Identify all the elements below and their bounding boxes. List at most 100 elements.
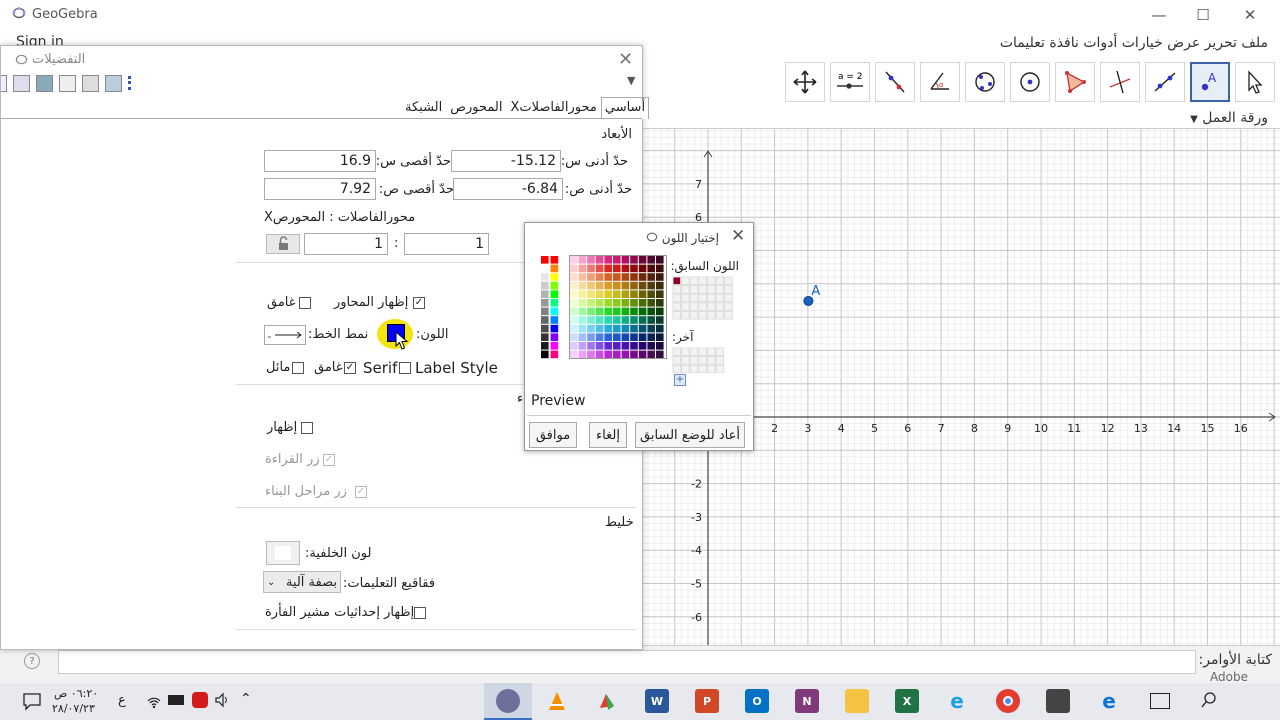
color-swatch[interactable] (587, 316, 595, 324)
recent-color-swatch[interactable] (715, 347, 725, 357)
show-axes-checkbox[interactable]: ✓ (413, 297, 425, 309)
recent-color-swatch[interactable] (689, 293, 699, 303)
color-swatch[interactable] (587, 350, 595, 359)
color-swatch[interactable] (656, 342, 664, 350)
volume-icon[interactable] (214, 692, 230, 708)
color-swatch[interactable] (595, 350, 604, 359)
color-swatch[interactable] (604, 307, 612, 316)
color-swatch[interactable] (604, 342, 612, 350)
color-swatch[interactable] (587, 299, 595, 307)
recent-color-swatch[interactable] (698, 347, 707, 357)
color-swatch[interactable] (550, 264, 559, 273)
recent-color-swatch[interactable] (698, 293, 707, 303)
gray-swatch[interactable] (541, 281, 549, 290)
color-swatch[interactable] (621, 281, 630, 290)
color-swatch[interactable] (647, 342, 655, 350)
file-explorer-taskbar-icon[interactable] (845, 689, 869, 713)
move-graphics-tool-button[interactable] (785, 62, 825, 102)
ratio-x-input[interactable]: 1 (304, 233, 388, 255)
color-swatch[interactable] (630, 350, 638, 359)
serif-checkbox[interactable] (399, 362, 411, 374)
color-swatch[interactable] (613, 273, 621, 281)
color-swatch[interactable] (604, 299, 612, 307)
excel-taskbar-icon[interactable]: X (895, 689, 919, 713)
tab-basic[interactable]: أساسي (600, 97, 650, 119)
color-swatch[interactable] (550, 324, 559, 333)
add-custom-color-button[interactable]: + (674, 374, 686, 386)
color-swatch[interactable] (595, 342, 604, 350)
color-swatch[interactable] (578, 273, 587, 281)
color-swatch[interactable] (550, 281, 559, 290)
color-swatch[interactable] (570, 299, 578, 307)
color-swatch[interactable] (621, 316, 630, 324)
color-swatch[interactable] (578, 281, 587, 290)
color-swatch[interactable] (578, 350, 587, 359)
color-swatch[interactable] (570, 281, 578, 290)
segment-tool-button[interactable] (1145, 62, 1185, 102)
recent-color-swatch[interactable] (698, 285, 707, 294)
graphics-view-title[interactable]: ورقة العمل ▼ (1190, 110, 1268, 126)
color-swatch[interactable] (570, 316, 578, 324)
color-swatch[interactable] (604, 350, 612, 359)
color-swatch[interactable] (647, 307, 655, 316)
color-swatch[interactable] (578, 333, 587, 341)
color-swatch[interactable] (656, 290, 664, 298)
construction-steps-checkbox[interactable]: ✓ (355, 486, 367, 498)
gray-swatch[interactable] (541, 256, 549, 264)
gray-swatch[interactable] (541, 273, 549, 281)
clock-date[interactable]: ٢٨/٠٧/٢٣ (52, 702, 95, 715)
recent-color-swatch[interactable] (672, 285, 682, 294)
color-swatch[interactable] (595, 264, 604, 273)
color-swatch[interactable] (613, 299, 621, 307)
color-swatch[interactable] (647, 256, 655, 264)
color-swatch[interactable] (638, 299, 647, 307)
reset-button[interactable]: أعاد للوضع السابق (635, 422, 745, 448)
color-swatch[interactable] (570, 273, 578, 281)
color-swatch[interactable] (638, 350, 647, 359)
color-swatch[interactable] (630, 333, 638, 341)
outlook-taskbar-icon[interactable]: O (745, 689, 769, 713)
recent-color-swatch[interactable] (698, 356, 707, 365)
help-icon[interactable]: ? (24, 653, 40, 669)
color-swatch[interactable] (578, 316, 587, 324)
chrome-taskbar-icon[interactable] (996, 689, 1020, 713)
color-swatch[interactable] (604, 256, 612, 264)
custom-colors-grid[interactable] (672, 347, 732, 373)
recent-color-swatch[interactable] (689, 310, 699, 320)
color-swatch[interactable] (638, 256, 647, 264)
recent-color-swatch[interactable] (689, 276, 699, 286)
color-swatch[interactable] (613, 290, 621, 298)
color-swatch[interactable] (621, 273, 630, 281)
recent-color-swatch[interactable] (681, 347, 690, 357)
color-swatch[interactable] (570, 333, 578, 341)
geogebra-taskbar-icon[interactable] (496, 689, 520, 713)
onenote-taskbar-icon[interactable]: N (795, 689, 819, 713)
recent-color-swatch[interactable] (724, 310, 733, 320)
settings-menu-chevron-icon[interactable]: ▼ (627, 74, 635, 87)
gray-swatch[interactable] (541, 342, 549, 350)
color-swatch[interactable] (570, 324, 578, 333)
perpendicular-tool-button[interactable] (1100, 62, 1140, 102)
color-swatch[interactable] (656, 307, 664, 316)
color-swatch[interactable] (647, 350, 655, 359)
maximize-button[interactable]: ☐ (1180, 0, 1226, 30)
gray-swatch[interactable] (541, 299, 549, 307)
recent-color-swatch[interactable] (681, 310, 690, 320)
color-swatch[interactable] (613, 256, 621, 264)
color-swatch[interactable] (630, 307, 638, 316)
tab-y-axis[interactable]: المحورص (446, 97, 506, 119)
color-swatch[interactable] (604, 273, 612, 281)
color-swatch[interactable] (550, 316, 559, 324)
tab-x-axis[interactable]: محورالفاصلاتX (506, 97, 600, 119)
color-swatch[interactable] (587, 281, 595, 290)
color-swatch[interactable] (595, 273, 604, 281)
color-swatch[interactable] (621, 264, 630, 273)
color-swatch[interactable] (613, 350, 621, 359)
recent-color-swatch[interactable] (706, 347, 716, 357)
recent-color-swatch[interactable] (706, 310, 716, 320)
color-swatch[interactable] (550, 333, 559, 341)
move-tool-button[interactable] (1235, 62, 1275, 102)
color-swatch[interactable] (630, 299, 638, 307)
show-mouse-coords-checkbox[interactable] (414, 607, 426, 619)
color-swatch[interactable] (550, 256, 559, 264)
